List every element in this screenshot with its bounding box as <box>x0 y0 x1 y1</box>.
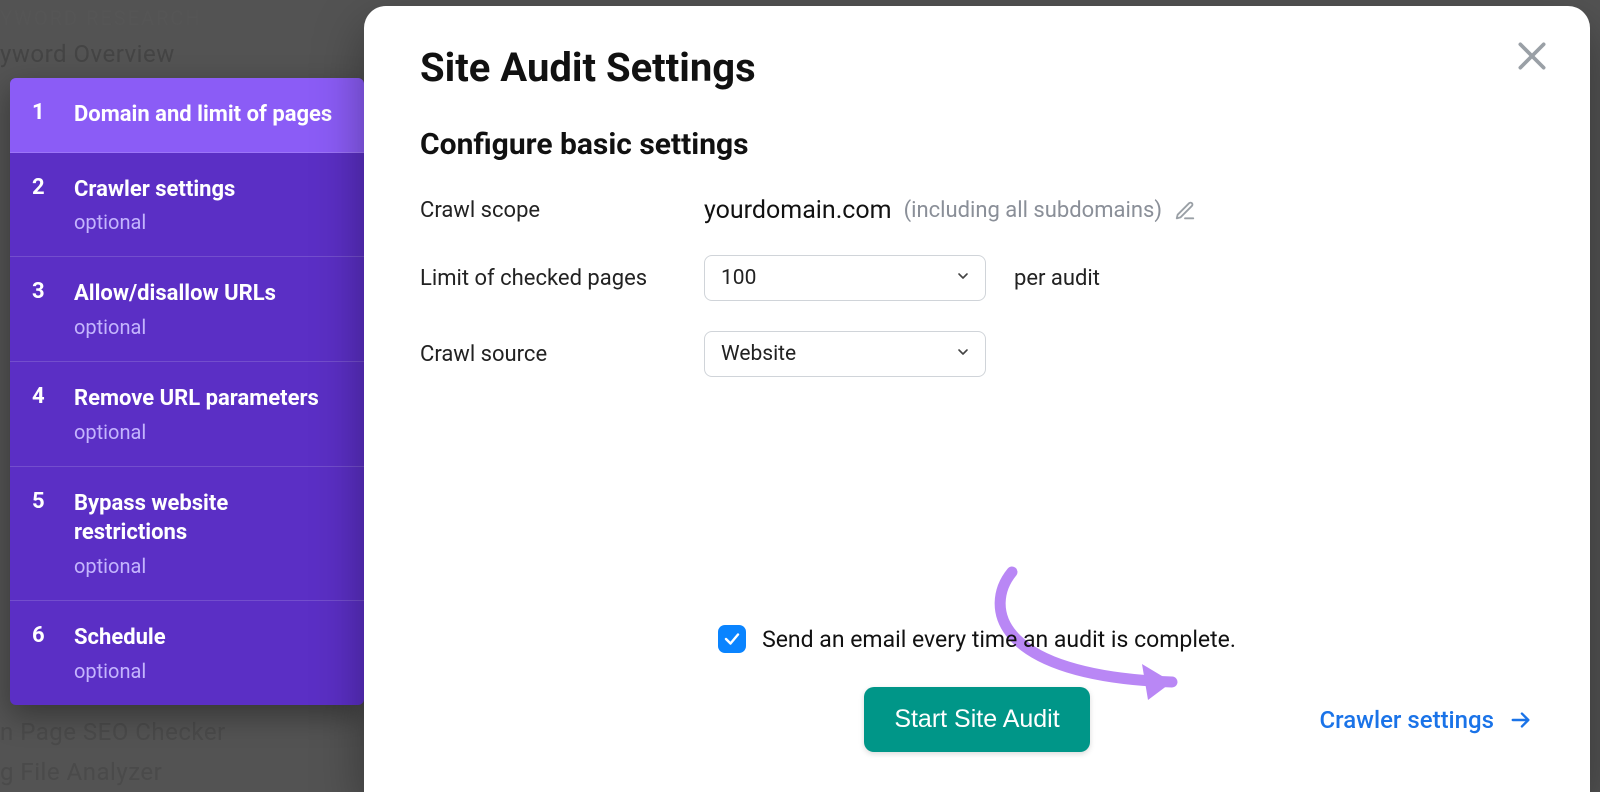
wizard-step-remove-url-params[interactable]: 4 Remove URL parameters optional <box>10 362 364 467</box>
wizard-step-bypass-restrictions[interactable]: 5 Bypass website restrictions optional <box>10 467 364 601</box>
close-button[interactable] <box>1512 36 1552 76</box>
step-optional-tag: optional <box>74 420 342 444</box>
check-icon <box>723 630 741 648</box>
step-label: Allow/disallow URLs <box>74 279 342 309</box>
crawl-scope-hint: (including all subdomains) <box>904 198 1162 223</box>
crawl-scope-label: Crawl scope <box>420 198 704 223</box>
step-label: Remove URL parameters <box>74 384 342 414</box>
email-notify-checkbox[interactable] <box>718 625 746 653</box>
bg-text-keyword-research: YWORD RESEARCH <box>0 6 202 30</box>
limit-pages-value: 100 <box>721 266 756 290</box>
step-number: 3 <box>32 279 74 339</box>
chevron-down-icon <box>955 342 971 366</box>
wizard-step-domain-limit[interactable]: 1 Domain and limit of pages <box>10 78 364 153</box>
limit-pages-select[interactable]: 100 <box>704 255 986 301</box>
step-label: Crawler settings <box>74 175 342 205</box>
site-audit-settings-modal: Site Audit Settings Configure basic sett… <box>364 6 1590 792</box>
bg-text-seo-checker: n Page SEO Checker <box>0 718 226 746</box>
close-icon <box>1512 36 1552 76</box>
step-optional-tag: optional <box>74 210 342 234</box>
wizard-step-crawler-settings[interactable]: 2 Crawler settings optional <box>10 153 364 258</box>
modal-footer: Send an email every time an audit is com… <box>420 625 1534 752</box>
crawl-source-select[interactable]: Website <box>704 331 986 377</box>
step-number: 2 <box>32 175 74 235</box>
limit-pages-suffix: per audit <box>1014 266 1100 291</box>
arrow-right-icon <box>1508 709 1534 731</box>
crawl-scope-row: Crawl scope yourdomain.com (including al… <box>420 196 1534 225</box>
modal-subtitle: Configure basic settings <box>420 127 1534 162</box>
step-optional-tag: optional <box>74 315 342 339</box>
start-site-audit-button[interactable]: Start Site Audit <box>864 687 1089 752</box>
edit-crawl-scope-button[interactable] <box>1174 200 1196 222</box>
step-label: Schedule <box>74 623 342 653</box>
limit-pages-row: Limit of checked pages 100 per audit <box>420 255 1534 301</box>
step-optional-tag: optional <box>74 659 342 683</box>
modal-title: Site Audit Settings <box>420 44 1534 91</box>
crawl-source-value: Website <box>721 342 796 366</box>
crawler-settings-link[interactable]: Crawler settings <box>1319 706 1534 734</box>
step-number: 4 <box>32 384 74 444</box>
crawl-source-label: Crawl source <box>420 342 704 367</box>
crawl-source-row: Crawl source Website <box>420 331 1534 377</box>
crawl-scope-value: yourdomain.com <box>704 196 892 225</box>
step-label: Bypass website restrictions <box>74 489 342 548</box>
step-optional-tag: optional <box>74 554 342 578</box>
pencil-icon <box>1174 200 1196 222</box>
step-label: Domain and limit of pages <box>74 100 342 130</box>
step-number: 6 <box>32 623 74 683</box>
bg-text-keyword-overview: yword Overview <box>0 40 175 68</box>
crawler-settings-link-label: Crawler settings <box>1319 706 1494 734</box>
bg-text-file-analyzer: g File Analyzer <box>0 758 162 786</box>
chevron-down-icon <box>955 266 971 290</box>
wizard-step-schedule[interactable]: 6 Schedule optional <box>10 601 364 705</box>
wizard-steps-sidebar: 1 Domain and limit of pages 2 Crawler se… <box>10 78 364 705</box>
wizard-step-allow-disallow[interactable]: 3 Allow/disallow URLs optional <box>10 257 364 362</box>
step-number: 5 <box>32 489 74 578</box>
step-number: 1 <box>32 100 74 130</box>
email-notify-label: Send an email every time an audit is com… <box>762 626 1236 653</box>
email-notify-row: Send an email every time an audit is com… <box>420 625 1534 653</box>
limit-pages-label: Limit of checked pages <box>420 266 704 291</box>
